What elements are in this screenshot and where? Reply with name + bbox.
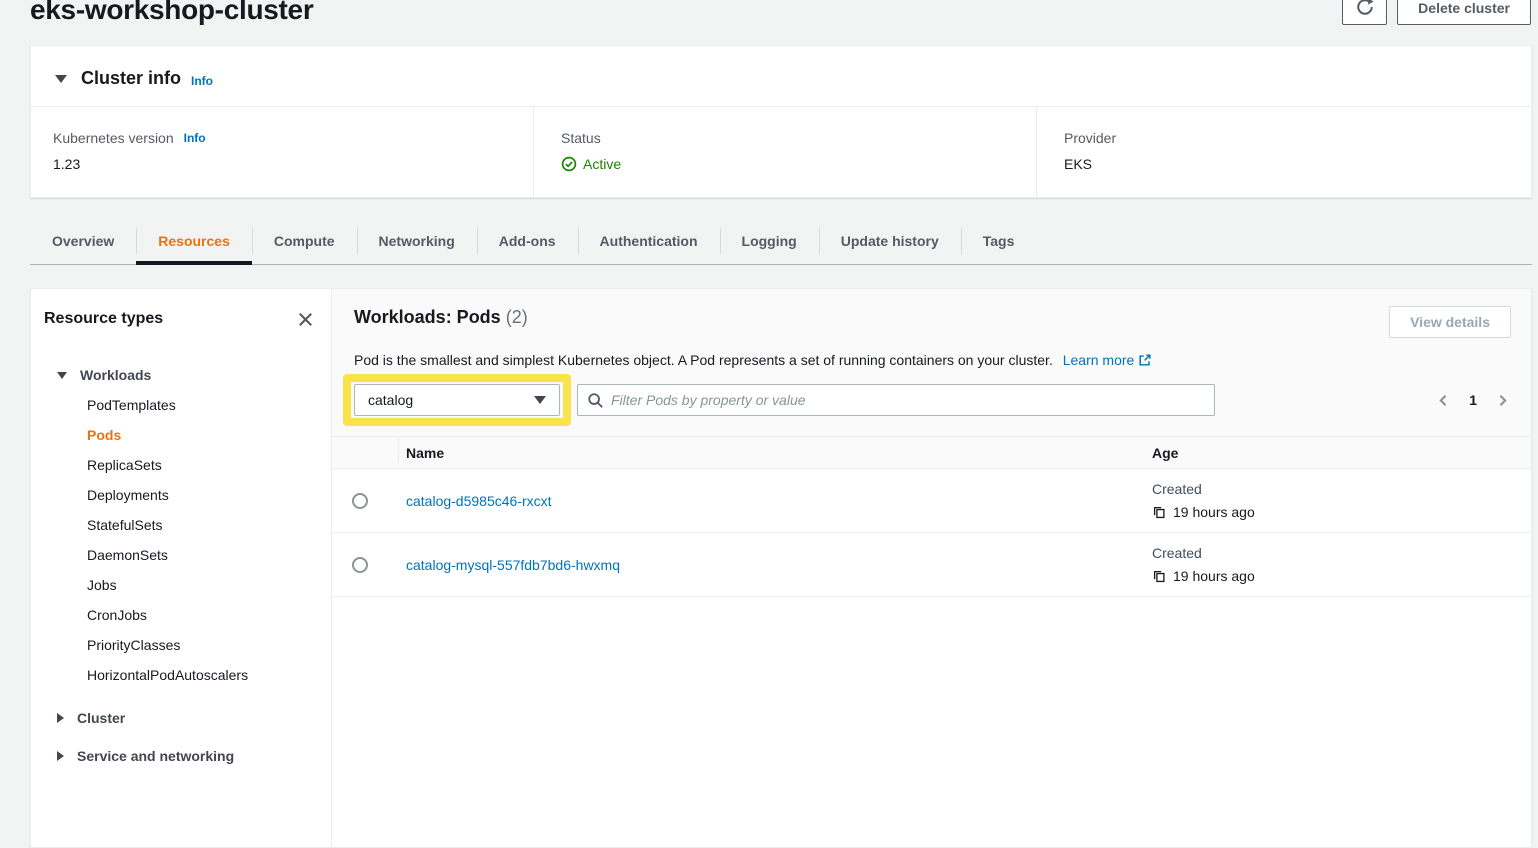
table-empty-area (332, 597, 1531, 847)
resource-types-title: Resource types (44, 310, 163, 328)
delete-cluster-button[interactable]: Delete cluster (1397, 0, 1531, 25)
cluster-info-body: Kubernetes version Info 1.23 Status Acti… (31, 107, 1531, 197)
sidebar-item-jobs[interactable]: Jobs (87, 570, 317, 600)
pods-title: Workloads: Pods (2) (354, 306, 528, 328)
chevron-right-icon (57, 713, 64, 723)
filter-dropdown[interactable]: catalog (354, 384, 560, 416)
page-number[interactable]: 1 (1469, 392, 1477, 408)
filter-pods-input[interactable] (611, 392, 1205, 408)
external-link-icon (1138, 353, 1152, 371)
page-header: eks-workshop-cluster Delete cluster (0, 0, 1538, 45)
sidebar-group-workloads[interactable]: Workloads (57, 367, 317, 383)
column-header-name: Name (398, 445, 1149, 461)
cluster-info-card: Cluster info Info Kubernetes version Inf… (30, 45, 1532, 198)
sidebar-item-deployments[interactable]: Deployments (87, 480, 317, 510)
chevron-down-icon (57, 372, 67, 379)
cluster-info-info-link[interactable]: Info (191, 74, 213, 88)
collapse-caret-icon (55, 75, 67, 83)
workloads-item-list: PodTemplates Pods ReplicaSets Deployment… (87, 390, 317, 690)
provider-field: Provider EKS (1036, 107, 1531, 197)
filter-row: catalog 1 (354, 384, 1511, 416)
pagination: 1 (1435, 384, 1511, 416)
refresh-button[interactable] (1342, 0, 1387, 25)
search-box (577, 384, 1215, 416)
table-row: catalog-mysql-557fdb7bd6-hwxmq Created 1… (332, 533, 1531, 597)
copy-icon[interactable] (1152, 569, 1166, 583)
status-field: Status Active (533, 107, 1036, 197)
sidebar-header: Resource types (43, 307, 317, 331)
tab-add-ons[interactable]: Add-ons (477, 218, 578, 264)
sidebar-item-replicasets[interactable]: ReplicaSets (87, 450, 317, 480)
sidebar-item-statefulsets[interactable]: StatefulSets (87, 510, 317, 540)
pods-panel: Workloads: Pods (2) View details Pod is … (332, 289, 1531, 847)
cluster-tabs: Overview Resources Compute Networking Ad… (30, 218, 1532, 265)
copy-icon[interactable] (1152, 505, 1166, 519)
tab-resources[interactable]: Resources (136, 218, 252, 264)
sidebar-item-pods[interactable]: Pods (87, 420, 317, 450)
search-icon (587, 392, 604, 409)
pod-name-link[interactable]: catalog-mysql-557fdb7bd6-hwxmq (406, 557, 620, 573)
resource-types-sidebar: Resource types Workloads PodTemplates Po… (31, 289, 332, 847)
pods-count: (2) (506, 307, 528, 327)
page-title: eks-workshop-cluster (30, 0, 313, 26)
caret-down-icon (534, 396, 546, 404)
age-cell: Created 19 hours ago (1149, 544, 1531, 585)
status-active-icon (561, 156, 577, 172)
kubernetes-version-value: 1.23 (53, 155, 513, 173)
sidebar-item-daemonsets[interactable]: DaemonSets (87, 540, 317, 570)
sidebar-item-priorityclasses[interactable]: PriorityClasses (87, 630, 317, 660)
sidebar-item-horizontalpodautoscalers[interactable]: HorizontalPodAutoscalers (87, 660, 317, 690)
sidebar-item-cronjobs[interactable]: CronJobs (87, 600, 317, 630)
kubernetes-version-info-link[interactable]: Info (184, 129, 206, 147)
resources-panel: Resource types Workloads PodTemplates Po… (30, 288, 1532, 848)
row-radio-button[interactable] (352, 493, 368, 509)
tab-compute[interactable]: Compute (252, 218, 357, 264)
provider-label: Provider (1064, 129, 1511, 147)
row-radio-button[interactable] (352, 557, 368, 573)
status-label: Status (561, 129, 1016, 147)
tab-networking[interactable]: Networking (357, 218, 477, 264)
pod-name-link[interactable]: catalog-d5985c46-rxcxt (406, 493, 552, 509)
kubernetes-version-field: Kubernetes version Info 1.23 (31, 107, 533, 197)
table-row: catalog-d5985c46-rxcxt Created 19 hours … (332, 469, 1531, 533)
previous-page-icon[interactable] (1435, 392, 1452, 409)
tab-authentication[interactable]: Authentication (578, 218, 720, 264)
column-header-age: Age (1149, 445, 1531, 461)
chevron-right-icon (57, 751, 64, 761)
tab-update-history[interactable]: Update history (819, 218, 961, 264)
cluster-info-title: Cluster info (81, 68, 181, 89)
pods-panel-header: Workloads: Pods (2) View details Pod is … (332, 289, 1531, 436)
age-cell: Created 19 hours ago (1149, 480, 1531, 521)
next-page-icon[interactable] (1494, 392, 1511, 409)
tab-logging[interactable]: Logging (720, 218, 819, 264)
kubernetes-version-label: Kubernetes version Info (53, 129, 513, 147)
tab-overview[interactable]: Overview (30, 218, 136, 264)
refresh-icon (1356, 0, 1374, 19)
learn-more-link[interactable]: Learn more (1063, 352, 1135, 368)
header-actions: Delete cluster (1342, 0, 1531, 25)
tab-tags[interactable]: Tags (961, 218, 1037, 264)
pods-table-header: Name Age (332, 436, 1531, 469)
sidebar-group-cluster[interactable]: Cluster (57, 710, 317, 726)
provider-value: EKS (1064, 155, 1511, 173)
close-icon[interactable] (293, 307, 317, 331)
delete-cluster-label: Delete cluster (1418, 0, 1510, 16)
sidebar-group-service-networking[interactable]: Service and networking (57, 748, 317, 764)
pods-description: Pod is the smallest and simplest Kuberne… (354, 351, 1511, 371)
view-details-button[interactable]: View details (1389, 306, 1511, 338)
cluster-info-header[interactable]: Cluster info Info (31, 46, 1531, 107)
sidebar-item-podtemplates[interactable]: PodTemplates (87, 390, 317, 420)
status-value: Active (561, 155, 1016, 173)
filter-dropdown-value: catalog (368, 392, 413, 408)
